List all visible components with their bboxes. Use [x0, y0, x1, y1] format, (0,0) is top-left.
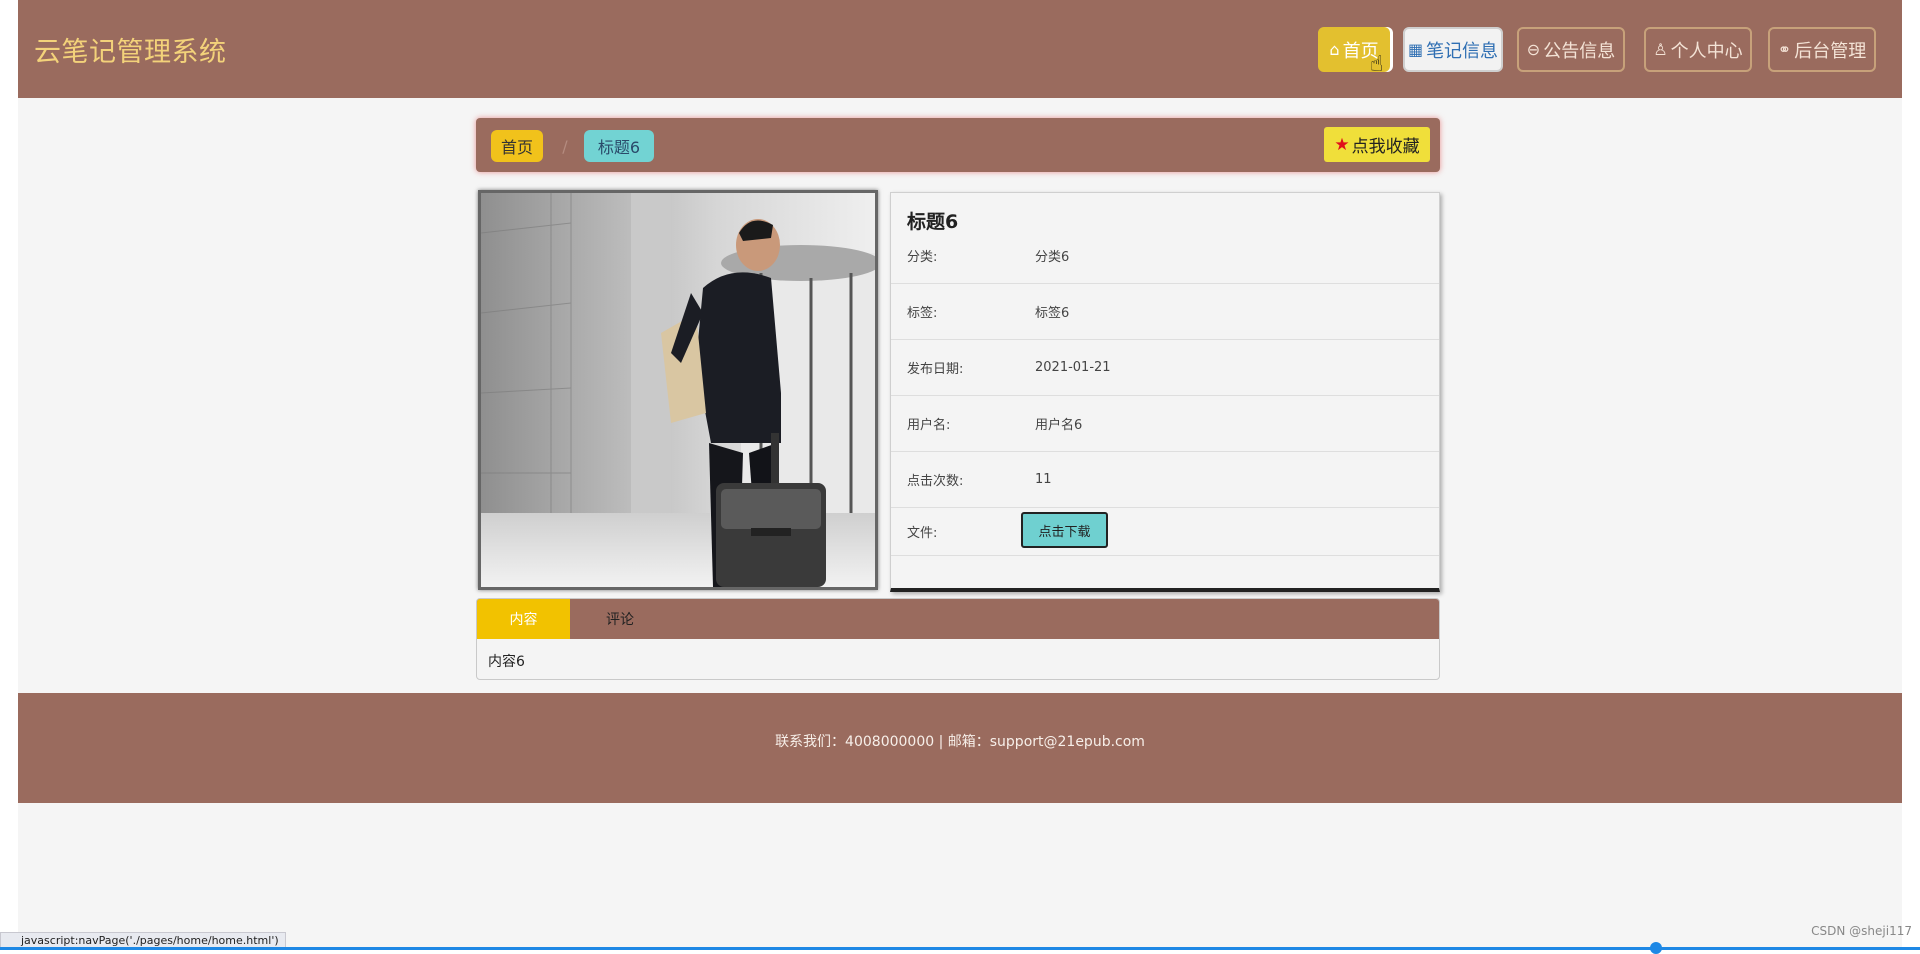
nav-notice-label: 公告信息 — [1543, 40, 1616, 62]
file-label: 文件: — [907, 526, 938, 541]
username-label: 用户名: — [907, 418, 951, 433]
tab-content-body: 内容6 — [488, 654, 525, 670]
tag-value: 标签6 — [1035, 306, 1070, 321]
favorite-button[interactable]: ★ 点我收藏 — [1324, 127, 1430, 162]
tab-comments[interactable]: 评论 — [570, 599, 670, 639]
detail-row-category: 分类: 分类6 — [891, 228, 1439, 284]
nav-notes-button[interactable]: ▦ 笔记信息 — [1403, 27, 1503, 72]
grid-icon: ▦ — [1407, 40, 1424, 59]
breadcrumb-home[interactable]: 首页 — [491, 130, 543, 162]
nav-notes-label: 笔记信息 — [1426, 40, 1499, 62]
date-value: 2021-01-21 — [1035, 360, 1111, 375]
tag-label: 标签: — [907, 306, 938, 321]
nav-admin-label: 后台管理 — [1794, 40, 1867, 62]
nav-home-label: 首页 — [1342, 40, 1379, 62]
footer-contact: 联系我们：4008000000 | 邮箱：support@21epub.com — [775, 734, 1145, 750]
content-tabs: 内容 评论 内容6 — [476, 598, 1440, 680]
clicks-value: 11 — [1035, 472, 1052, 487]
tab-bar: 内容 评论 — [477, 599, 1439, 639]
detail-row-tag: 标签: 标签6 — [891, 284, 1439, 340]
detail-panel: 标题6 分类: 分类6 标签: 标签6 发布日期: 2021-01-21 用户名… — [890, 192, 1440, 592]
home-icon: ⌂ — [1329, 40, 1340, 59]
note-image — [478, 190, 878, 590]
link-icon: ⚭ — [1777, 40, 1792, 59]
favorite-label: 点我收藏 — [1351, 137, 1420, 157]
date-label: 发布日期: — [907, 362, 964, 377]
category-label: 分类: — [907, 250, 938, 265]
user-icon: ♙ — [1653, 40, 1668, 59]
clicks-label: 点击次数: — [907, 474, 964, 489]
username-value: 用户名6 — [1035, 418, 1083, 433]
brand-title: 云笔记管理系统 — [34, 37, 227, 68]
footer: 联系我们：4008000000 | 邮箱：support@21epub.com — [18, 693, 1902, 803]
breadcrumb-separator: / — [562, 136, 568, 156]
page: 云笔记管理系统 ⌂ 首页 ▦ 笔记信息 ⊖ 公告信息 ♙ 个人中心 ⚭ 后台管理… — [18, 0, 1902, 950]
detail-row-clicks: 点击次数: 11 — [891, 452, 1439, 508]
watermark: CSDN @sheji117 — [1811, 924, 1912, 938]
progress-handle — [1650, 942, 1662, 954]
businessman-photo — [481, 193, 875, 587]
breadcrumb-current: 标题6 — [584, 130, 654, 162]
breadcrumb: 首页 / 标题6 ★ 点我收藏 — [476, 118, 1440, 172]
tab-content[interactable]: 内容 — [477, 599, 570, 639]
nav-home-button[interactable]: ⌂ 首页 — [1318, 27, 1390, 72]
detail-row-username: 用户名: 用户名6 — [891, 396, 1439, 452]
detail-row-date: 发布日期: 2021-01-21 — [891, 340, 1439, 396]
category-value: 分类6 — [1035, 250, 1070, 265]
header: 云笔记管理系统 ⌂ 首页 ▦ 笔记信息 ⊖ 公告信息 ♙ 个人中心 ⚭ 后台管理… — [18, 0, 1902, 98]
download-button[interactable]: 点击下载 — [1021, 512, 1108, 548]
nav-notice-button[interactable]: ⊖ 公告信息 — [1517, 27, 1625, 72]
nav-admin-button[interactable]: ⚭ 后台管理 — [1768, 27, 1876, 72]
nav-user-button[interactable]: ♙ 个人中心 — [1644, 27, 1752, 72]
nav-user-label: 个人中心 — [1670, 40, 1743, 62]
detail-row-file: 文件: 点击下载 — [891, 508, 1439, 556]
notice-icon: ⊖ — [1526, 40, 1541, 59]
star-icon: ★ — [1334, 134, 1350, 155]
